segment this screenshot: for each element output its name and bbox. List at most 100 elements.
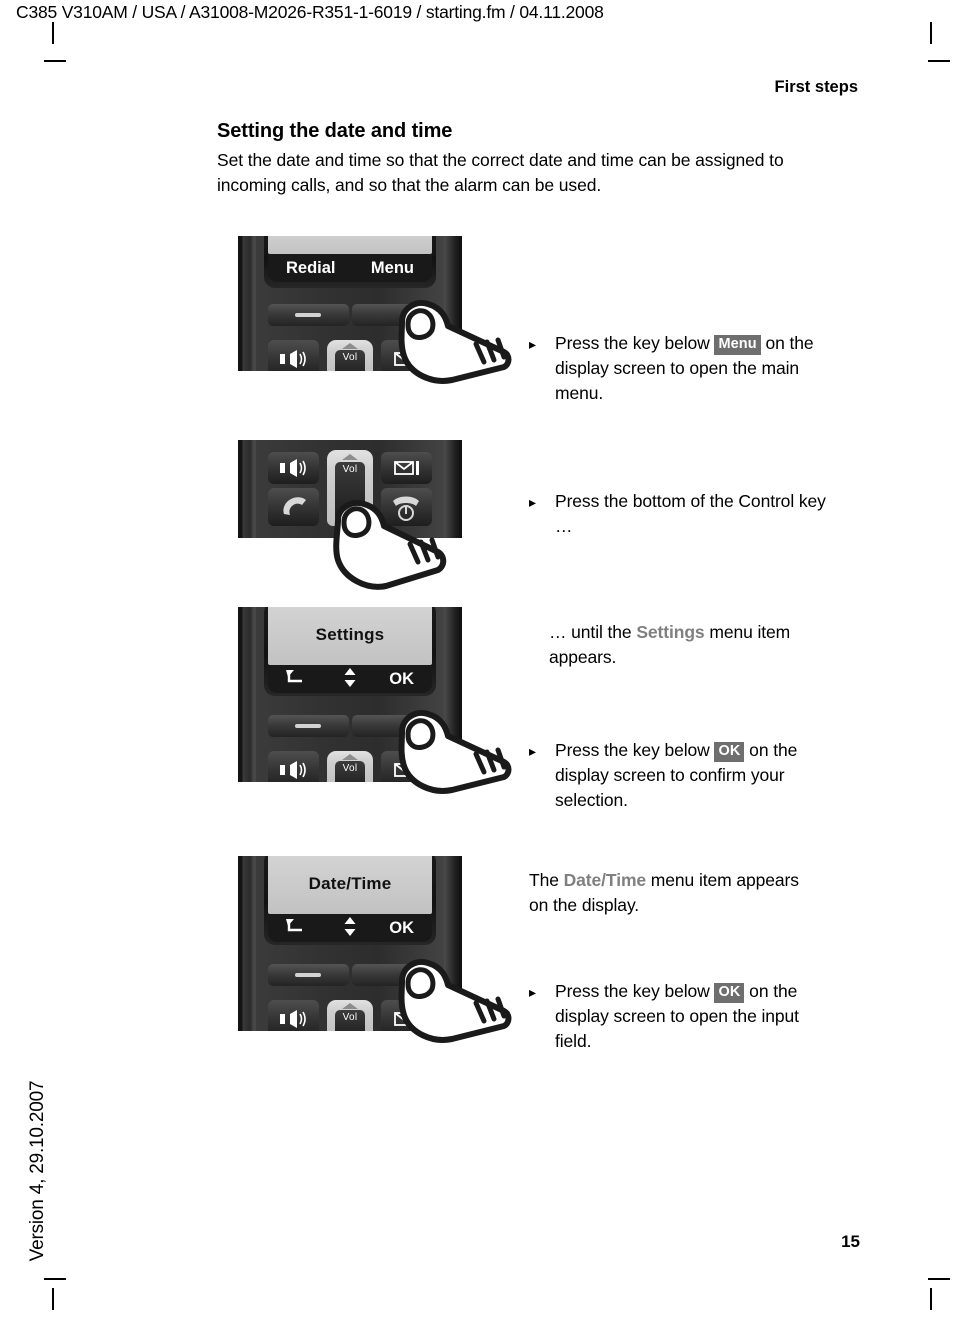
softkey-right-ok[interactable]: OK (389, 920, 414, 937)
softkey-bar: OK (268, 914, 432, 942)
softkey-rocker[interactable] (268, 964, 432, 986)
control-volume-key[interactable]: Vol (327, 1000, 373, 1031)
softkey-rocker[interactable] (268, 715, 432, 737)
note-part-0: … until the (549, 622, 637, 642)
chip-ok[interactable]: OK (714, 983, 745, 1003)
rocker-dash-icon (295, 724, 322, 728)
softkey-middle-updown[interactable] (344, 916, 357, 940)
control-volume-key[interactable]: Vol (327, 751, 373, 782)
chip-menu[interactable]: Menu (714, 335, 761, 355)
softkey-rocker-right[interactable] (351, 715, 432, 737)
volume-key-inner[interactable]: Vol (335, 761, 365, 782)
phone-illustration-menu: Redial Menu Vol (238, 236, 462, 371)
speaker-icon (279, 761, 306, 779)
key-row: Vol (268, 1000, 433, 1031)
softkey-rocker-right[interactable] (351, 304, 432, 326)
nav-arrow-up-icon (342, 1003, 358, 1009)
message-key[interactable] (380, 340, 433, 371)
softkey-bar: Redial Menu (268, 254, 432, 282)
menu-name-settings: Settings (636, 622, 705, 642)
control-volume-key[interactable]: Vol (327, 340, 373, 371)
speaker-icon (279, 459, 306, 477)
volume-key-inner[interactable]: Vol (335, 462, 365, 522)
instruction-text: Press the key below OK on the display sc… (555, 979, 829, 1054)
nav-arrow-up-icon (342, 754, 358, 760)
instruction-text: Press the bottom of the Control key … (555, 491, 826, 536)
phone-illustration-control-key: Vol (238, 440, 462, 538)
end-call-power-key[interactable] (380, 488, 433, 526)
instruction-note-datetime: The Date/Time menu item appears on the d… (529, 868, 819, 918)
step-list: Redial Menu Vol ▸ Press the key below Me… (0, 0, 958, 1324)
message-key[interactable] (380, 452, 433, 484)
softkey-rocker[interactable] (268, 304, 432, 326)
softkey-rocker-right[interactable] (351, 964, 432, 986)
instruction-text: Press the key below Menu on the display … (555, 331, 829, 406)
envelope-icon (394, 1012, 420, 1026)
softkey-rocker-left[interactable] (268, 964, 349, 986)
speaker-key[interactable] (268, 1000, 320, 1031)
phone-illustration-datetime: Date/Time OK Vol (238, 856, 462, 1031)
instruction-menu: ▸ Press the key below Menu on the displa… (529, 331, 829, 406)
instruction-note-text: … until the Settings menu item appears. (549, 620, 834, 670)
back-arrow-icon (286, 919, 302, 932)
speaker-icon (279, 350, 306, 368)
up-down-arrows-icon (344, 916, 356, 936)
softkey-rocker-left[interactable] (268, 304, 349, 326)
instruction-control-key: ▸ Press the bottom of the Control key … (529, 489, 829, 539)
volume-key-inner[interactable]: Vol (335, 350, 365, 371)
bullet-icon: ▸ (529, 743, 536, 759)
phone-illustration-settings: Settings OK Vol (238, 607, 462, 782)
chip-ok[interactable]: OK (714, 742, 745, 762)
control-volume-key[interactable]: Vol (327, 450, 373, 526)
volume-label: Vol (342, 763, 358, 774)
instruction-part-0: Press the key below (555, 333, 715, 353)
softkey-right-menu[interactable]: Menu (371, 260, 414, 277)
menu-name-datetime: Date/Time (563, 870, 647, 890)
screen-title: Settings (315, 625, 385, 644)
softkey-left-back[interactable] (286, 669, 304, 689)
rocker-dash-icon (295, 973, 322, 977)
speaker-key[interactable] (268, 751, 320, 782)
bullet-icon: ▸ (529, 984, 536, 1000)
rocker-dash-icon (295, 313, 322, 317)
instruction-settings-ok: ▸ Press the key below OK on the display … (529, 738, 829, 813)
screen-title: Date/Time (308, 874, 392, 893)
envelope-icon (394, 461, 420, 475)
screen: Settings (268, 607, 432, 665)
envelope-icon (394, 352, 420, 366)
key-row: Vol (268, 751, 433, 782)
speaker-key[interactable] (268, 340, 320, 371)
volume-key-inner[interactable]: Vol (335, 1010, 365, 1031)
softkey-middle-updown[interactable] (344, 667, 357, 691)
softkey-rocker-left[interactable] (268, 715, 349, 737)
bullet-icon: ▸ (529, 336, 536, 352)
instruction-note-settings: … until the Settings menu item appears. (549, 620, 834, 670)
volume-label: Vol (342, 464, 358, 475)
message-key[interactable] (380, 1000, 433, 1031)
volume-label: Vol (342, 1012, 358, 1023)
softkey-left-back[interactable] (286, 918, 304, 938)
bullet-icon: ▸ (529, 494, 536, 510)
back-arrow-icon (286, 670, 302, 683)
screen (268, 236, 432, 254)
nav-arrow-up-icon (342, 343, 358, 349)
envelope-icon (394, 763, 420, 777)
up-down-arrows-icon (344, 667, 356, 687)
talk-key[interactable] (268, 488, 320, 526)
instruction-note-text: The Date/Time menu item appears on the d… (529, 868, 819, 918)
softkey-left-redial[interactable]: Redial (286, 260, 336, 277)
key-row: Vol (268, 340, 433, 371)
softkey-right-ok[interactable]: OK (389, 671, 414, 688)
volume-label: Vol (342, 352, 358, 363)
note-part-0: The (529, 870, 564, 890)
instruction-text: Press the key below OK on the display sc… (555, 738, 829, 813)
speaker-key[interactable] (268, 452, 320, 484)
message-key[interactable] (380, 751, 433, 782)
handset-hangup-power-icon (393, 496, 420, 521)
nav-arrow-up-icon (342, 454, 358, 460)
handset-pickup-icon (283, 497, 306, 515)
speaker-icon (279, 1010, 306, 1028)
instruction-part-0: Press the key below (555, 981, 715, 1001)
instruction-part-0: Press the key below (555, 740, 715, 760)
instruction-datetime-ok: ▸ Press the key below OK on the display … (529, 979, 829, 1054)
